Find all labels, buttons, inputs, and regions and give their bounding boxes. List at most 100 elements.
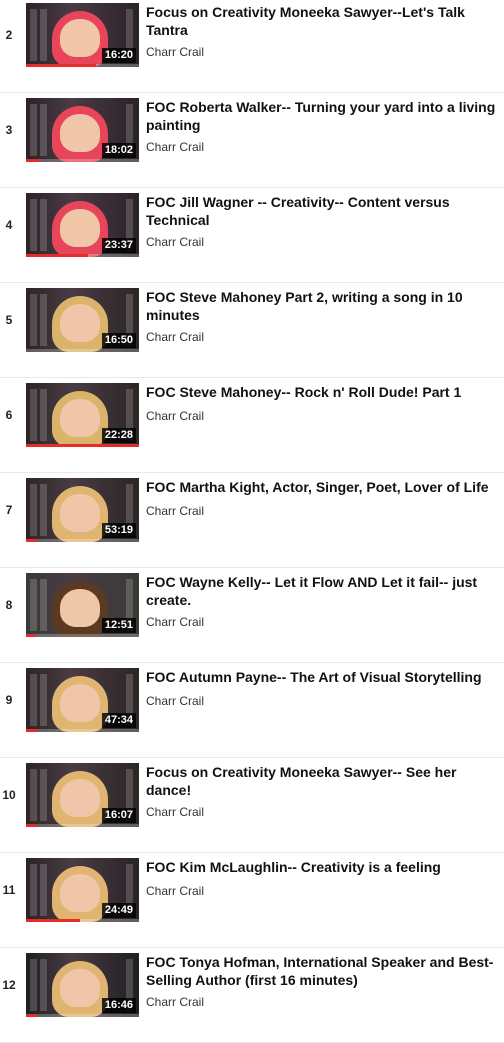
watch-progress-fill — [26, 729, 38, 732]
video-title[interactable]: FOC Roberta Walker-- Turning your yard i… — [146, 98, 498, 134]
video-meta: FOC Jill Wagner -- Creativity-- Content … — [146, 193, 498, 249]
watch-progress-fill — [26, 64, 97, 67]
video-thumbnail[interactable]: 53:19 — [26, 478, 139, 542]
playlist-item[interactable]: 5 16:50 FOC Steve Mahoney Part 2, writin… — [0, 283, 504, 378]
video-title[interactable]: FOC Autumn Payne-- The Art of Visual Sto… — [146, 668, 498, 686]
thumbnail-frame-decoration — [30, 389, 37, 441]
thumbnail-person-face — [60, 304, 100, 342]
channel-name[interactable]: Charr Crail — [146, 805, 498, 819]
video-thumbnail[interactable]: 16:50 — [26, 288, 139, 352]
video-thumbnail[interactable]: 16:20 — [26, 3, 139, 67]
video-duration: 16:50 — [101, 333, 136, 348]
channel-name[interactable]: Charr Crail — [146, 884, 498, 898]
video-thumbnail[interactable]: 16:46 — [26, 953, 139, 1017]
playlist-item-index: 12 — [2, 978, 16, 992]
video-meta: FOC Autumn Payne-- The Art of Visual Sto… — [146, 668, 498, 708]
video-title[interactable]: Focus on Creativity Moneeka Sawyer-- See… — [146, 763, 498, 799]
playlist-item[interactable]: 9 47:34 FOC Autumn Payne-- The Art of Vi… — [0, 663, 504, 758]
video-duration: 23:37 — [101, 238, 136, 253]
channel-name[interactable]: Charr Crail — [146, 615, 498, 629]
thumbnail-person-face — [60, 969, 100, 1007]
playlist-item-index: 5 — [5, 313, 13, 327]
playlist-item-index: 9 — [5, 693, 13, 707]
video-title[interactable]: Focus on Creativity Moneeka Sawyer--Let'… — [146, 3, 498, 39]
video-duration: 18:02 — [101, 143, 136, 158]
video-meta: Focus on Creativity Moneeka Sawyer--Let'… — [146, 3, 498, 59]
video-duration: 24:49 — [101, 903, 136, 918]
video-duration: 12:51 — [101, 618, 136, 633]
watch-progress-bar — [26, 634, 139, 637]
playlist-item[interactable]: 10 16:07 Focus on Creativity Moneeka Saw… — [0, 758, 504, 853]
video-duration: 53:19 — [101, 523, 136, 538]
channel-name[interactable]: Charr Crail — [146, 409, 498, 423]
thumbnail-person-face — [60, 209, 100, 247]
channel-name[interactable]: Charr Crail — [146, 504, 498, 518]
channel-name[interactable]: Charr Crail — [146, 45, 498, 59]
video-duration: 16:20 — [101, 48, 136, 63]
playlist-item[interactable]: 2 16:20 Focus on Creativity Moneeka Sawy… — [0, 0, 504, 93]
watch-progress-bar — [26, 824, 139, 827]
thumbnail-frame-decoration — [40, 104, 47, 156]
video-title[interactable]: FOC Jill Wagner -- Creativity-- Content … — [146, 193, 498, 229]
thumbnail-frame-decoration — [40, 864, 47, 916]
thumbnail-frame-decoration — [30, 294, 37, 346]
watch-progress-bar — [26, 539, 139, 542]
watch-progress-bar — [26, 729, 139, 732]
playlist-item-index: 10 — [2, 788, 16, 802]
watch-progress-fill — [26, 539, 38, 542]
video-thumbnail[interactable]: 12:51 — [26, 573, 139, 637]
thumbnail-frame-decoration — [30, 9, 37, 61]
thumbnail-frame-decoration — [40, 769, 47, 821]
playlist-item-index: 8 — [5, 598, 13, 612]
watch-progress-fill — [26, 824, 38, 827]
thumbnail-frame-decoration — [40, 674, 47, 726]
playlist-item-index: 2 — [5, 28, 13, 42]
video-title[interactable]: FOC Steve Mahoney-- Rock n' Roll Dude! P… — [146, 383, 498, 401]
video-meta: Focus on Creativity Moneeka Sawyer-- See… — [146, 763, 498, 819]
thumbnail-frame-decoration — [30, 199, 37, 251]
video-meta: FOC Roberta Walker-- Turning your yard i… — [146, 98, 498, 154]
thumbnail-person-face — [60, 399, 100, 437]
video-thumbnail[interactable]: 23:37 — [26, 193, 139, 257]
playlist-item-index: 4 — [5, 218, 13, 232]
video-title[interactable]: FOC Steve Mahoney Part 2, writing a song… — [146, 288, 498, 324]
thumbnail-person-face — [60, 779, 100, 817]
video-title[interactable]: FOC Tonya Hofman, International Speaker … — [146, 953, 498, 989]
video-duration: 47:34 — [101, 713, 136, 728]
channel-name[interactable]: Charr Crail — [146, 235, 498, 249]
thumbnail-frame-decoration — [30, 104, 37, 156]
playlist-item[interactable]: 6 22:28 FOC Steve Mahoney-- Rock n' Roll… — [0, 378, 504, 473]
thumbnail-frame-decoration — [30, 864, 37, 916]
video-thumbnail[interactable]: 24:49 — [26, 858, 139, 922]
channel-name[interactable]: Charr Crail — [146, 330, 498, 344]
watch-progress-bar — [26, 919, 139, 922]
playlist-item[interactable]: 11 24:49 FOC Kim McLaughlin-- Creativity… — [0, 853, 504, 948]
channel-name[interactable]: Charr Crail — [146, 140, 498, 154]
video-title[interactable]: FOC Kim McLaughlin-- Creativity is a fee… — [146, 858, 498, 876]
video-thumbnail[interactable]: 16:07 — [26, 763, 139, 827]
thumbnail-person-face — [60, 874, 100, 912]
channel-name[interactable]: Charr Crail — [146, 995, 498, 1009]
video-meta: FOC Steve Mahoney Part 2, writing a song… — [146, 288, 498, 344]
playlist-item[interactable]: 12 16:46 FOC Tonya Hofman, International… — [0, 948, 504, 1043]
playlist-item[interactable]: 3 18:02 FOC Roberta Walker-- Turning you… — [0, 93, 504, 188]
video-title[interactable]: FOC Wayne Kelly-- Let it Flow AND Let it… — [146, 573, 498, 609]
video-thumbnail[interactable]: 22:28 — [26, 383, 139, 447]
video-title[interactable]: FOC Martha Kight, Actor, Singer, Poet, L… — [146, 478, 498, 496]
video-duration: 16:46 — [101, 998, 136, 1013]
thumbnail-person-face — [60, 19, 100, 57]
watch-progress-fill — [26, 444, 139, 447]
video-thumbnail[interactable]: 18:02 — [26, 98, 139, 162]
channel-name[interactable]: Charr Crail — [146, 694, 498, 708]
thumbnail-frame-decoration — [30, 579, 37, 631]
watch-progress-fill — [26, 634, 36, 637]
playlist-item[interactable]: 4 23:37 FOC Jill Wagner -- Creativity-- … — [0, 188, 504, 283]
thumbnail-person-face — [60, 114, 100, 152]
playlist-item[interactable]: 7 53:19 FOC Martha Kight, Actor, Singer,… — [0, 473, 504, 568]
thumbnail-frame-decoration — [40, 199, 47, 251]
watch-progress-bar — [26, 349, 139, 352]
playlist-item[interactable]: 8 12:51 FOC Wayne Kelly-- Let it Flow AN… — [0, 568, 504, 663]
video-thumbnail[interactable]: 47:34 — [26, 668, 139, 732]
thumbnail-frame-decoration — [30, 674, 37, 726]
watch-progress-bar — [26, 64, 139, 67]
